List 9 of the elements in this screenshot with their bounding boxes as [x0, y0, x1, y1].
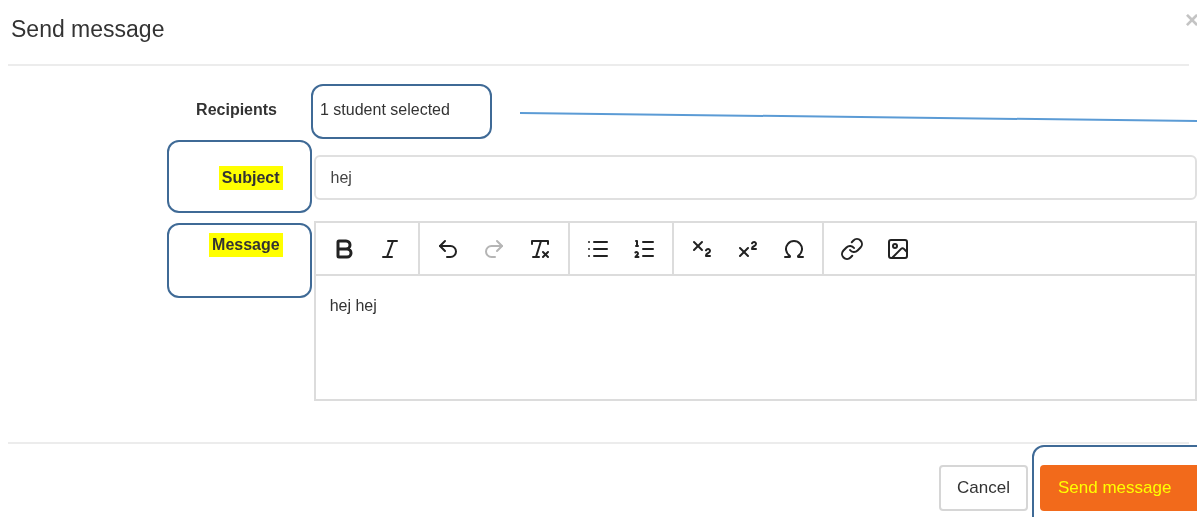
recipients-text: 1 student selected: [320, 100, 450, 120]
subject-field[interactable]: hej: [313, 155, 1197, 200]
dialog-title: Send message: [11, 15, 165, 44]
cancel-button[interactable]: Cancel: [939, 465, 1028, 511]
field-label: Message: [209, 233, 283, 257]
field-label: Recipients: [195, 100, 278, 120]
field-label: Subject: [218, 165, 283, 190]
message-editor[interactable]: hej hej: [313, 221, 1197, 401]
message-text: hej hej: [329, 297, 377, 314]
